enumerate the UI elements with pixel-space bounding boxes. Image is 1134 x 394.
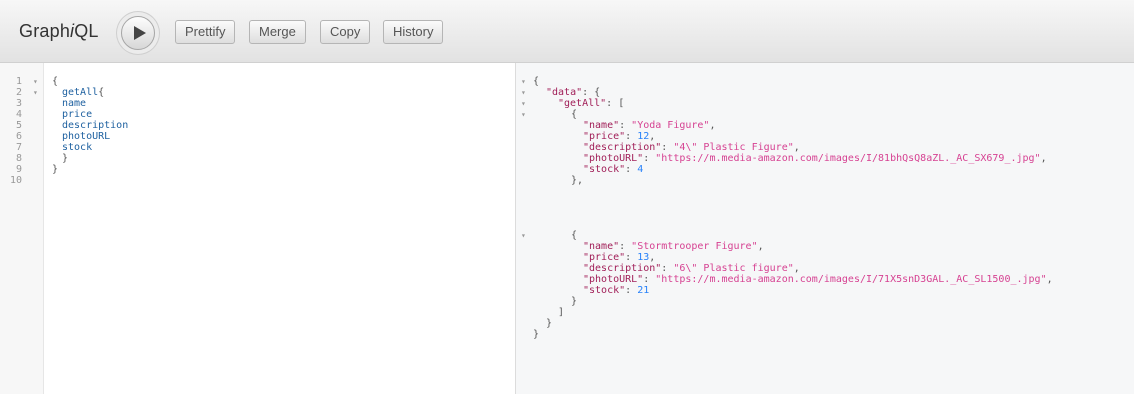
json-bracket: ] [558, 307, 565, 318]
code-brace: } [62, 153, 69, 164]
json-line: "name": "Stormtrooper Figure", [583, 241, 764, 252]
json-line: "price": 12, [583, 131, 656, 142]
json-string: "https://m.media-amazon.com/images/I/81b… [655, 153, 1041, 164]
json-line: "price": 13, [583, 252, 656, 263]
code-line: getAll{ [62, 87, 104, 98]
fold-arrow-icon[interactable]: ▾ [33, 76, 38, 87]
prettify-button[interactable]: Prettify [175, 20, 236, 44]
query-editor[interactable]: 1 2 3 4 5 6 7 8 9 10 ▾ ▾ { getAll{ name … [0, 63, 515, 394]
json-line: "description": "6\" Plastic figure", [583, 263, 800, 274]
json-key: "name" [583, 241, 620, 252]
json-number: 21 [637, 285, 650, 296]
json-line: "stock": 21 [583, 285, 650, 296]
code-brace: } [52, 164, 59, 175]
query-field: name [62, 98, 87, 109]
json-key: "description" [583, 263, 662, 274]
json-string: "Stormtrooper Figure" [631, 241, 758, 252]
json-key: "price" [583, 131, 626, 142]
json-key: "price" [583, 252, 626, 263]
merge-button[interactable]: Merge [249, 20, 306, 44]
json-brace: { [594, 87, 601, 98]
query-field: photoURL [62, 131, 111, 142]
json-brace: } [533, 329, 540, 340]
line-number: 6 [15, 131, 22, 142]
fold-arrow-icon[interactable]: ▾ [521, 76, 526, 87]
fold-arrow-icon[interactable]: ▾ [521, 109, 526, 120]
json-colon: : [582, 87, 595, 98]
app-title: GraphiQL [19, 21, 99, 42]
json-bracket: [ [618, 98, 625, 109]
line-number: 1 [15, 76, 22, 87]
history-button[interactable]: History [383, 20, 444, 44]
json-number: 4 [637, 164, 644, 175]
line-number: 5 [15, 120, 22, 131]
json-brace: { [533, 76, 540, 87]
title-prefix: Graph [19, 21, 71, 41]
line-number-gutter: 1 2 3 4 5 6 7 8 9 10 ▾ ▾ [0, 63, 44, 394]
json-line: "name": "Yoda Figure", [583, 120, 716, 131]
json-number: 13 [637, 252, 650, 263]
query-field: description [62, 120, 129, 131]
result-viewer[interactable]: ▾ ▾ ▾ ▾ ▾ { "data": { "getAll": [ { "nam… [516, 63, 1134, 394]
json-brace: } [546, 318, 553, 329]
json-key: "stock" [583, 285, 626, 296]
code-brace: { [52, 76, 59, 87]
line-number: 3 [15, 98, 22, 109]
toolbar: GraphiQL Prettify Merge Copy History [0, 0, 1134, 63]
line-number: 7 [15, 142, 22, 153]
code-brace: { [98, 87, 105, 98]
json-key: "data" [546, 87, 583, 98]
line-number: 4 [15, 109, 22, 120]
json-brace: }, [571, 175, 584, 186]
query-field: price [62, 109, 93, 120]
fold-arrow-icon[interactable]: ▾ [521, 98, 526, 109]
line-number: 8 [15, 153, 22, 164]
json-key: "description" [583, 142, 662, 153]
json-key: "photoURL" [583, 153, 644, 164]
play-icon [134, 26, 146, 40]
json-key: "name" [583, 120, 620, 131]
line-number: 10 [9, 175, 22, 186]
json-brace: } [571, 296, 578, 307]
json-line: "photoURL": "https://m.media-amazon.com/… [583, 153, 1047, 164]
json-brace: { [571, 109, 578, 120]
json-number: 12 [637, 131, 650, 142]
line-number: 2 [15, 87, 22, 98]
json-string: "4\" Plastic Figure" [673, 142, 794, 153]
json-string: "6\" Plastic figure" [673, 263, 794, 274]
json-line: "stock": 4 [583, 164, 644, 175]
json-string: "https://m.media-amazon.com/images/I/71X… [655, 274, 1047, 285]
json-line: "getAll": [ [558, 98, 624, 109]
query-field: getAll [62, 87, 99, 98]
query-field: stock [62, 142, 93, 153]
copy-button[interactable]: Copy [320, 20, 371, 44]
json-line: "data": { [546, 87, 600, 98]
json-brace: { [571, 230, 578, 241]
fold-arrow-icon[interactable]: ▾ [521, 230, 526, 241]
json-colon: : [606, 98, 619, 109]
json-key: "getAll" [558, 98, 607, 109]
json-key: "photoURL" [583, 274, 644, 285]
fold-arrow-icon[interactable]: ▾ [521, 87, 526, 98]
json-line: "description": "4\" Plastic Figure", [583, 142, 800, 153]
line-number: 9 [15, 164, 22, 175]
fold-arrow-icon[interactable]: ▾ [33, 87, 38, 98]
json-key: "stock" [583, 164, 626, 175]
json-line: "photoURL": "https://m.media-amazon.com/… [583, 274, 1053, 285]
execute-query-button[interactable] [121, 16, 155, 50]
title-suffix: QL [74, 21, 99, 41]
json-string: "Yoda Figure" [631, 120, 710, 131]
